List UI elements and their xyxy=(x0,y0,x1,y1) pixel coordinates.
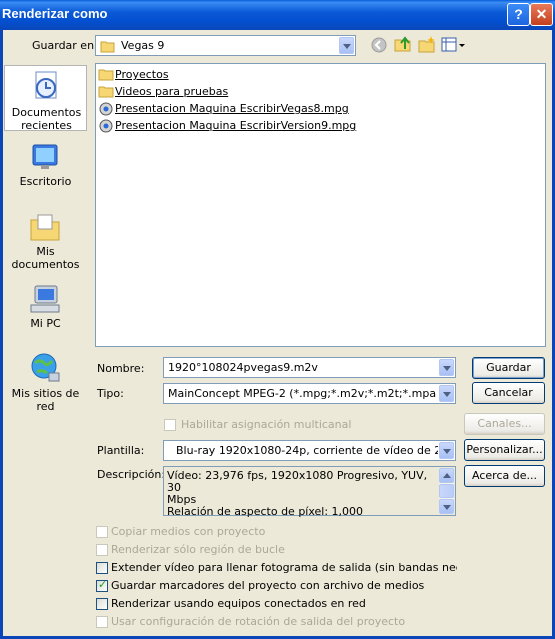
rotation-label: Usar configuración de rotación de salida… xyxy=(111,615,406,628)
save-markers-checkbox[interactable] xyxy=(96,578,108,592)
description-line: Relación de aspecto de píxel: 1,000 xyxy=(167,505,364,518)
description-text: Vídeo: 23,976 fps, 1920x1080 Progresivo,… xyxy=(167,470,435,518)
copy-media-checkbox[interactable] xyxy=(96,526,108,538)
up-folder-icon[interactable] xyxy=(394,35,412,53)
place-network[interactable]: Mis sitios de red xyxy=(4,351,87,413)
file-name: Proyectos xyxy=(115,68,169,81)
file-name: Videos para pruebas xyxy=(115,85,229,98)
folder-icon xyxy=(98,86,114,98)
place-label: Mis documentos xyxy=(11,245,80,271)
channels-button[interactable]: Canales... xyxy=(464,413,545,435)
back-icon[interactable] xyxy=(371,37,387,53)
type-label: Tipo: xyxy=(97,387,124,400)
help-button[interactable]: ? xyxy=(507,3,530,26)
window-title: Renderizar como xyxy=(2,6,108,21)
save-in-value: Vegas 9 xyxy=(121,39,165,52)
chevron-down-icon[interactable] xyxy=(439,442,454,459)
save-button[interactable]: Guardar xyxy=(472,357,545,379)
recent-documents-icon xyxy=(35,71,57,99)
scroll-thumb[interactable] xyxy=(439,484,454,498)
file-name-combo[interactable]: 1920°108024pvegas9.m2v xyxy=(163,357,456,378)
new-folder-icon[interactable] xyxy=(418,35,436,53)
place-label: Mis sitios de red xyxy=(11,387,80,413)
save-in-combo[interactable]: Vegas 9 xyxy=(95,35,356,56)
about-button[interactable]: Acerca de... xyxy=(464,465,545,487)
place-my-computer[interactable]: Mi PC xyxy=(4,281,87,341)
desktop-icon xyxy=(32,144,58,169)
template-label: Plantilla: xyxy=(97,444,145,457)
file-type-combo[interactable]: MainConcept MPEG-2 (*.mpg;*.m2v;*.m2t;*.… xyxy=(163,383,456,404)
chevron-down-icon[interactable] xyxy=(439,359,454,376)
multichannel-checkbox[interactable] xyxy=(164,419,176,431)
scroll-up-icon[interactable] xyxy=(439,468,454,483)
template-value: Blu-ray 1920x1080-24p, corriente de víde… xyxy=(176,444,438,457)
chevron-down-icon[interactable] xyxy=(439,385,454,402)
places-bar: Documentos recientes Escritorio Mis docu… xyxy=(4,63,87,413)
chevron-down-icon[interactable] xyxy=(339,37,354,54)
view-menu-icon[interactable] xyxy=(441,37,465,53)
close-button[interactable]: ✕ xyxy=(530,3,553,26)
file-name-input[interactable]: 1920°108024pvegas9.m2v xyxy=(168,361,318,374)
stretch-video-label: Extender vídeo para llenar fotograma de … xyxy=(111,561,457,574)
network-places-icon xyxy=(31,353,60,382)
description-line: Vídeo: 23,976 fps, 1920x1080 Progresivo,… xyxy=(167,469,428,494)
place-my-documents[interactable]: Mis documentos xyxy=(4,209,87,271)
description-box: Vídeo: 23,976 fps, 1920x1080 Progresivo,… xyxy=(163,466,456,518)
file-name: Presentacion Maquina EscribirVersion9.mp… xyxy=(115,119,357,132)
folder-icon xyxy=(100,41,115,53)
stretch-video-checkbox[interactable] xyxy=(96,562,108,574)
my-documents-icon xyxy=(30,214,60,241)
network-render-checkbox[interactable] xyxy=(96,598,108,610)
scroll-down-icon[interactable] xyxy=(439,499,454,514)
media-file-icon xyxy=(99,102,113,116)
multichannel-label: Habilitar asignación multicanal xyxy=(181,418,352,431)
folder-icon xyxy=(98,69,114,81)
cancel-button[interactable]: Cancelar xyxy=(472,382,545,404)
network-render-label: Renderizar usando equipos conectados en … xyxy=(111,597,366,610)
save-in-label: Guardar en: xyxy=(32,39,98,52)
loop-region-checkbox[interactable] xyxy=(96,544,108,556)
place-label: Documentos recientes xyxy=(11,106,82,132)
file-type-value: MainConcept MPEG-2 (*.mpg;*.m2v;*.m2t;*.… xyxy=(168,387,436,400)
file-list[interactable]: Proyectos Videos para pruebas Presentaci… xyxy=(95,63,546,347)
place-desktop[interactable]: Escritorio xyxy=(4,139,87,199)
description-scrollbar[interactable] xyxy=(439,468,454,514)
file-name: Presentacion Maquina EscribirVegas8.mpg xyxy=(115,102,349,115)
rotation-checkbox[interactable] xyxy=(96,616,108,628)
media-file-icon xyxy=(99,119,113,133)
save-markers-label: Guardar marcadores del proyecto con arch… xyxy=(111,579,425,592)
name-label: Nombre: xyxy=(97,362,145,375)
copy-media-label: Copiar medios con proyecto xyxy=(111,525,266,538)
place-label: Escritorio xyxy=(19,175,72,188)
my-computer-icon xyxy=(30,285,60,313)
window-border-left xyxy=(0,30,3,639)
customize-button[interactable]: Personalizar... xyxy=(464,439,545,461)
template-combo[interactable]: Blu-ray 1920x1080-24p, corriente de víde… xyxy=(163,440,456,461)
place-recent-documents[interactable]: Documentos recientes xyxy=(4,65,87,132)
place-label: Mi PC xyxy=(30,317,61,330)
loop-region-label: Renderizar sólo región de bucle xyxy=(111,543,285,556)
description-label: Descripción: xyxy=(97,468,166,481)
